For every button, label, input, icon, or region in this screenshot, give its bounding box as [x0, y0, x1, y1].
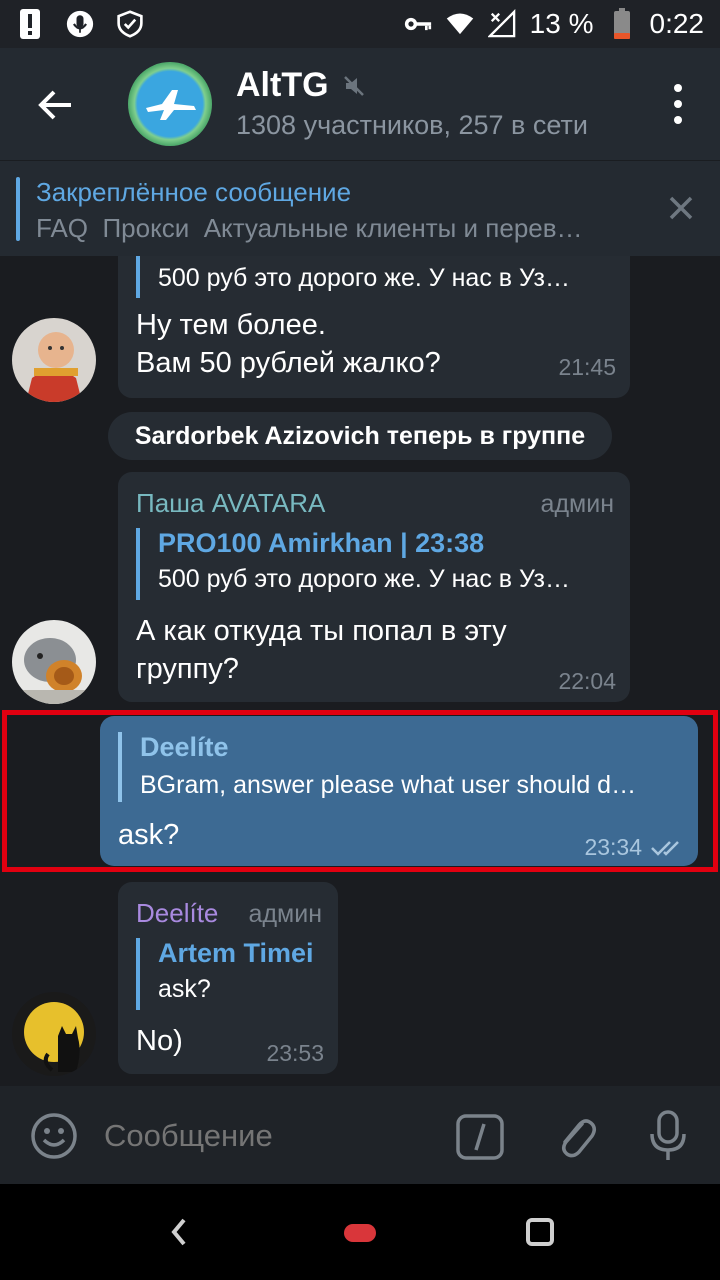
- message-input-bar: [0, 1086, 720, 1184]
- emoji-button[interactable]: [30, 1112, 78, 1160]
- reply-text: 500 руб это дорого же. У нас в Уз…: [158, 565, 570, 593]
- pinned-message[interactable]: Закреплённое сообщение FAQ Прокси Актуал…: [0, 160, 720, 256]
- reply-preview[interactable]: Artem Timei ask?: [136, 938, 326, 1010]
- pinned-text: FAQ Прокси Актуальные клиенты и перев…: [36, 213, 583, 243]
- message-text: А как откуда ты попал в эту группу?: [136, 615, 507, 685]
- alert-icon: [16, 8, 44, 40]
- pinned-title: Закреплённое сообщение: [36, 177, 352, 207]
- group-subtitle: 1308 участников, 257 в сети: [236, 110, 588, 140]
- reply-text: ask?: [158, 975, 211, 1003]
- system-nav-bar: [0, 1184, 720, 1280]
- bot-commands-button[interactable]: [456, 1114, 504, 1160]
- group-avatar[interactable]: [128, 62, 212, 146]
- own-message-bubble[interactable]: Deelíte BGram, answer please what user s…: [100, 716, 698, 866]
- nav-back-icon: [171, 1218, 186, 1246]
- user-avatar[interactable]: [12, 620, 96, 704]
- message-text: ask?: [118, 819, 180, 851]
- message-time: 23:53: [266, 1040, 324, 1066]
- double-check-icon: [651, 840, 679, 856]
- battery-percent: 13 %: [529, 8, 594, 39]
- reply-preview[interactable]: Deelíte BGram, answer please what user s…: [118, 732, 684, 802]
- message-input[interactable]: [104, 1112, 434, 1160]
- reply-preview[interactable]: PRO100 Amirkhan | 23:38 500 руб это доро…: [136, 528, 616, 600]
- status-bar: 13 % 0:22: [0, 0, 720, 48]
- status-time: 0:22: [649, 8, 705, 39]
- battery-low-icon: [608, 8, 636, 40]
- nav-back-button[interactable]: [164, 1214, 194, 1250]
- admin-badge: админ: [248, 900, 322, 928]
- sender-name[interactable]: Deelíte: [136, 898, 218, 929]
- message-bubble[interactable]: Паша AVATARA админ PRO100 Amirkhan | 23:…: [118, 472, 630, 702]
- reply-name: PRO100 Amirkhan | 23:38: [158, 528, 485, 558]
- nav-home-button[interactable]: [344, 1224, 376, 1242]
- service-message: Sardorbek Azizovich теперь в группе: [108, 412, 612, 460]
- paperclip-icon: [562, 1119, 596, 1158]
- microphone-icon: [650, 1110, 686, 1160]
- message-text: Ну тем более. Вам 50 рублей жалко?: [136, 309, 441, 379]
- reply-name: Deelíte: [140, 732, 229, 762]
- pinned-indicator: [16, 177, 20, 241]
- reply-text: BGram, answer please what user should d…: [140, 771, 637, 799]
- key-icon: [404, 8, 432, 40]
- message-bubble[interactable]: Deelíte админ Artem Timei ask? No) 23:53: [118, 882, 338, 1074]
- signal-off-icon: [487, 8, 516, 40]
- group-title: AltTG: [236, 66, 329, 104]
- muted-icon: [343, 75, 364, 96]
- nav-recents-button[interactable]: [526, 1218, 554, 1246]
- arrow-left-icon: [38, 90, 71, 120]
- admin-badge: админ: [540, 490, 614, 518]
- message-text: No): [136, 1025, 183, 1057]
- message-time: 23:34: [584, 834, 684, 861]
- close-icon: [669, 196, 693, 220]
- user-avatar[interactable]: [12, 318, 96, 402]
- message-time: 22:04: [558, 668, 616, 694]
- more-options-button[interactable]: [666, 84, 690, 124]
- back-button[interactable]: [28, 78, 82, 132]
- attach-button[interactable]: [552, 1112, 600, 1160]
- reply-name: Artem Timei: [158, 938, 314, 968]
- wifi-icon: [446, 8, 474, 40]
- reply-preview[interactable]: 500 руб это дорого же. У нас в Уз…: [136, 256, 616, 298]
- chat-area[interactable]: 500 руб это дорого же. У нас в Уз… Ну те…: [0, 256, 720, 1086]
- message-time: 21:45: [558, 354, 616, 380]
- message-bubble[interactable]: 500 руб это дорого же. У нас в Уз… Ну те…: [118, 256, 630, 398]
- voice-record-button[interactable]: [644, 1110, 692, 1162]
- slash-command-icon: [456, 1114, 504, 1160]
- smiley-icon: [31, 1113, 77, 1159]
- dots-vertical-icon: [674, 84, 682, 92]
- group-title-row[interactable]: AltTG: [236, 66, 365, 105]
- cat-moon-icon: [12, 992, 96, 1076]
- baby-photo-icon: [12, 318, 96, 402]
- chat-header: AltTG 1308 участников, 257 в сети: [0, 48, 720, 160]
- sender-name[interactable]: Паша AVATARA: [136, 488, 325, 519]
- jet-icon: [146, 90, 196, 120]
- user-avatar[interactable]: [12, 992, 96, 1076]
- reply-text: 500 руб это дорого же. У нас в Уз…: [158, 264, 570, 292]
- close-pinned-button[interactable]: [664, 191, 698, 225]
- shield-check-icon: [116, 8, 144, 40]
- animal-photo-icon: [12, 620, 96, 704]
- mic-status-icon: [66, 8, 94, 40]
